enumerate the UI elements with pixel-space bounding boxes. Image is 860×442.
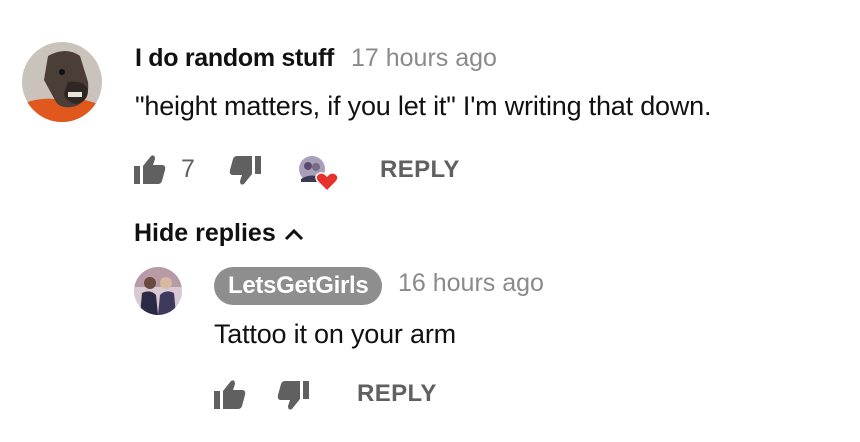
comment-author[interactable]: I do random stuff [135, 44, 334, 73]
reply-timestamp[interactable]: 16 hours ago [398, 269, 544, 298]
hide-replies-label: Hide replies [134, 219, 276, 247]
reply-author-badge[interactable]: LetsGetGirls [214, 267, 383, 305]
reply-author-avatar[interactable] [134, 267, 182, 315]
commenter-avatar[interactable] [22, 42, 102, 122]
hide-replies-button[interactable]: Hide replies [134, 219, 304, 248]
comment-text: "height matters, if you let it" I'm writ… [135, 91, 712, 121]
creator-heart-icon [298, 155, 342, 200]
like-icon[interactable] [134, 154, 166, 189]
comment-thread: I do random stuff 17 hours ago "height m… [0, 0, 860, 442]
chevron-up-icon [284, 229, 303, 241]
comment-timestamp[interactable]: 17 hours ago [351, 44, 497, 73]
dislike-icon[interactable] [229, 156, 261, 191]
reply-button[interactable]: REPLY [380, 156, 460, 184]
like-count: 7 [181, 155, 195, 183]
reply-reply-button[interactable]: REPLY [357, 380, 437, 408]
reply-dislike-icon[interactable] [277, 381, 309, 416]
reply-text: Tattoo it on your arm [214, 319, 456, 349]
reply-like-icon[interactable] [214, 379, 246, 414]
